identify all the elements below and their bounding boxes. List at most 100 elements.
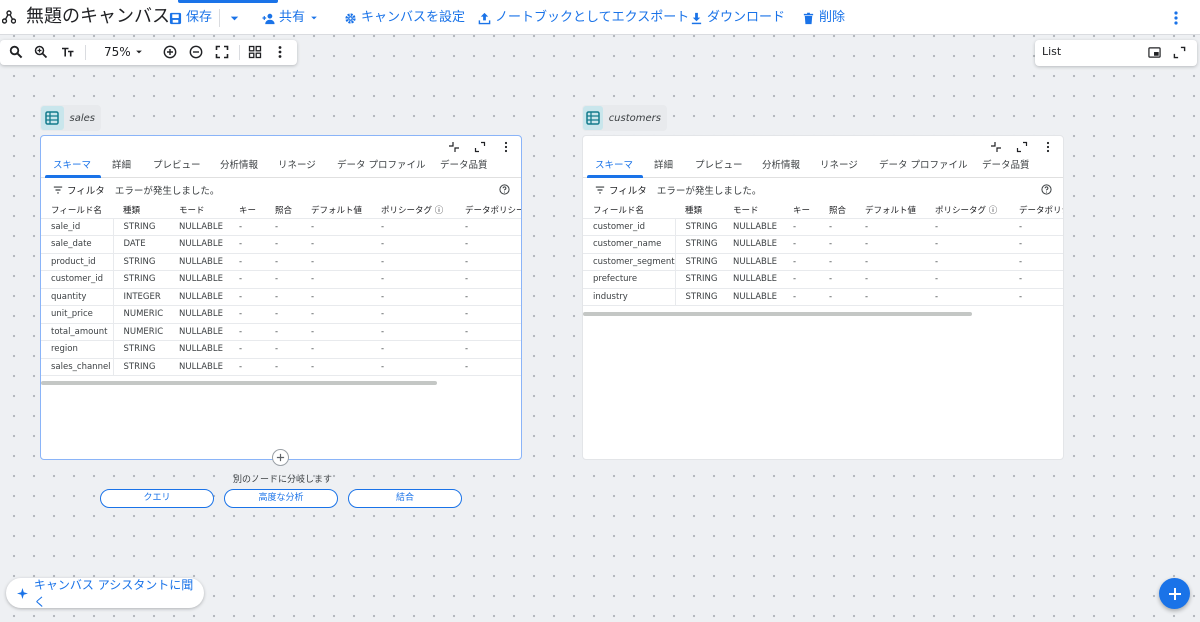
caret-down-icon [135,50,142,54]
column-header[interactable]: キー [783,202,819,219]
expand-icon[interactable] [474,141,486,153]
help-icon[interactable] [499,184,510,195]
tab-schema[interactable]: スキーマ [53,160,91,172]
more-vert-icon[interactable] [1168,10,1184,26]
column-header[interactable]: 照合 [265,202,301,219]
branch-query-button[interactable]: クエリ [100,489,214,508]
column-header[interactable]: ポリシータグ ⓘ [925,202,1009,219]
share-button[interactable]: 共有 [262,9,319,27]
horizontal-scrollbar[interactable] [41,381,437,385]
fit-screen-icon[interactable] [215,45,229,59]
tab-data-profile[interactable]: データ プロファイル [337,160,426,172]
text-size-icon[interactable] [61,45,75,59]
field-name-cell: unit_price [41,305,114,324]
column-header[interactable]: キー [229,202,265,219]
column-header[interactable]: モード [723,202,783,219]
node-label-customers[interactable]: customers [582,105,667,131]
expand-icon[interactable] [1016,141,1028,153]
table-row[interactable]: region STRING NULLABLE - - - - - [41,340,521,359]
table-cell: - [783,253,819,271]
column-header[interactable]: データポリシ [1009,202,1063,219]
table-cell: - [783,218,819,236]
filter-label[interactable]: フィルタ [67,183,105,197]
branch-analysis-button[interactable]: 高度な分析 [224,489,338,508]
table-row[interactable]: unit_price NUMERIC NULLABLE - - - - - [41,305,521,324]
more-vert-icon[interactable] [1042,141,1054,153]
zoom-in-search-icon[interactable] [34,45,48,59]
table-cell: - [371,323,455,341]
delete-button[interactable]: 削除 [802,9,845,27]
tab-details[interactable]: 詳細 [112,160,131,172]
horizontal-scrollbar[interactable] [583,312,972,316]
save-button[interactable]: 保存 [169,9,212,27]
table-row[interactable]: customer_segment STRING NULLABLE - - - - - [583,253,1063,271]
card-controls [448,141,512,155]
search-icon[interactable] [9,45,23,59]
more-vert-icon[interactable] [273,45,287,59]
column-header[interactable]: デフォルト値 [301,202,371,219]
tab-preview[interactable]: プレビュー [695,160,743,172]
tab-lineage[interactable]: リネージ [820,160,858,172]
expand-icon[interactable] [1173,46,1186,59]
tab-schema[interactable]: スキーマ [595,160,633,172]
table-row[interactable]: quantity INTEGER NULLABLE - - - - - [41,288,521,306]
table-card-sales[interactable]: スキーマ 詳細 プレビュー 分析情報 リネージ データ プロファイル データ品質… [40,135,522,460]
table-card-customers[interactable]: スキーマ 詳細 プレビュー 分析情報 リネージ データ プロファイル データ品質… [582,135,1064,460]
tab-data-profile[interactable]: データ プロファイル [879,160,968,172]
help-icon[interactable] [1041,184,1052,195]
column-header[interactable]: デフォルト値 [855,202,925,219]
add-node-button[interactable] [272,449,289,466]
filter-icon[interactable] [595,185,605,195]
save-options-button[interactable] [228,9,241,27]
tab-data-quality[interactable]: データ品質 [982,160,1030,172]
tab-details[interactable]: 詳細 [654,160,673,172]
column-header[interactable]: モード [169,202,229,219]
more-vert-icon[interactable] [500,141,512,153]
grid-view-icon[interactable] [248,45,262,59]
table-row[interactable]: customer_name STRING NULLABLE - - - - - [583,235,1063,254]
canvas-settings-button[interactable]: キャンバスを設定 [344,9,465,27]
column-header[interactable]: 種類 [675,202,723,219]
tab-preview[interactable]: プレビュー [153,160,201,172]
add-fab-button[interactable] [1159,578,1190,609]
export-notebook-button[interactable]: ノートブックとしてエクスポート [478,9,689,27]
table-row[interactable]: prefecture STRING NULLABLE - - - - - [583,270,1063,289]
table-cell: - [371,358,455,376]
column-header[interactable]: フィールド名 [41,202,113,219]
table-cell: - [265,270,301,289]
tab-data-quality[interactable]: データ品質 [440,160,488,172]
table-cell: NULLABLE [169,323,229,341]
canvas-assistant-button[interactable]: キャンバス アシスタントに聞く [6,578,204,609]
table-row[interactable]: total_amount NUMERIC NULLABLE - - - - - [41,323,521,341]
collapse-icon[interactable] [448,141,460,153]
zoom-level-dropdown[interactable]: 75% [104,44,144,60]
table-row[interactable]: sale_id STRING NULLABLE - - - - - [41,218,521,236]
column-header[interactable]: ポリシータグ ⓘ [371,202,455,219]
table-row[interactable]: sale_date DATE NULLABLE - - - - - [41,235,521,254]
table-row[interactable]: customer_id STRING NULLABLE - - - - - [583,218,1063,236]
download-button[interactable]: ダウンロード [690,9,785,27]
branch-join-button[interactable]: 結合 [348,489,462,508]
table-row[interactable]: industry STRING NULLABLE - - - - - [583,288,1063,306]
column-header[interactable]: データポリシー [455,202,521,219]
filter-label[interactable]: フィルタ [609,183,647,197]
table-row[interactable]: product_id STRING NULLABLE - - - - - [41,253,521,271]
tab-lineage[interactable]: リネージ [278,160,316,172]
table-row[interactable]: customer_id STRING NULLABLE - - - - - [41,270,521,289]
table-cell: - [301,358,371,376]
picture-in-picture-icon[interactable] [1148,46,1161,59]
collapse-icon[interactable] [990,141,1002,153]
column-header[interactable]: フィールド名 [583,202,675,219]
tab-insights[interactable]: 分析情報 [220,160,258,172]
column-header[interactable]: 種類 [113,202,169,219]
table-cell: NULLABLE [169,340,229,359]
canvas-title[interactable]: 無題のキャンバス [26,5,170,29]
column-header[interactable]: 照合 [819,202,855,219]
tab-insights[interactable]: 分析情報 [762,160,800,172]
filter-icon[interactable] [53,185,63,195]
table-row[interactable]: sales_channel STRING NULLABLE - - - - - [41,358,521,376]
zoom-in-icon[interactable] [163,45,177,59]
table-cell: - [1009,288,1063,306]
node-label-sales[interactable]: sales [40,105,101,131]
zoom-out-icon[interactable] [189,45,203,59]
